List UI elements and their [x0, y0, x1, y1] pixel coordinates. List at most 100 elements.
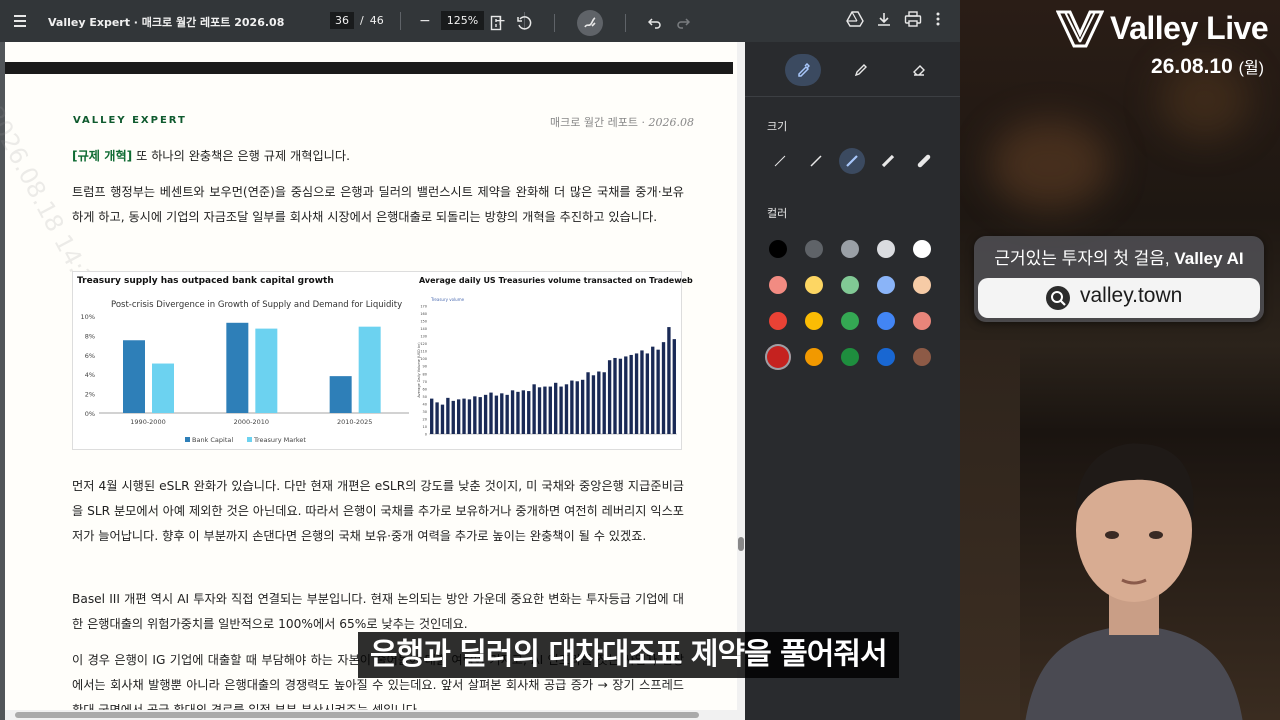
volume-bar: [532, 384, 536, 434]
color-palette: [765, 236, 935, 370]
current-page-input[interactable]: 36: [330, 12, 354, 29]
color-swatch[interactable]: [913, 312, 931, 330]
x-tick-label: 2000-2010: [234, 418, 269, 426]
chart-tradeweb-volume: Average daily US Treasuries volume trans…: [415, 272, 693, 449]
volume-bar: [607, 360, 612, 434]
size-option-1[interactable]: [767, 148, 793, 174]
section-highlight: [규제 개혁]: [72, 149, 133, 163]
legend-label: Treasury Market: [253, 436, 306, 444]
print-icon[interactable]: [904, 11, 922, 27]
y-tick-label: 100: [420, 357, 427, 361]
y-tick-label: 140: [420, 327, 427, 331]
redo-icon[interactable]: [676, 16, 690, 30]
volume-bar: [440, 404, 445, 434]
color-swatch[interactable]: [841, 240, 859, 258]
size-option-4[interactable]: [875, 148, 901, 174]
fit-page-icon[interactable]: [490, 15, 502, 31]
download-icon[interactable]: [876, 11, 892, 27]
volume-bar: [651, 346, 655, 434]
color-swatch[interactable]: [769, 312, 787, 330]
color-swatch[interactable]: [805, 276, 823, 294]
volume-bar: [613, 357, 617, 434]
color-swatch[interactable]: [841, 276, 859, 294]
y-axis-label: Average Daily Volume (USD bn): [417, 342, 421, 398]
horizontal-scrollbar[interactable]: [5, 710, 737, 720]
page-navigator: 36 / 46: [330, 12, 384, 29]
y-tick-label: 160: [420, 312, 427, 316]
bar-treasury-market: [152, 363, 174, 413]
promo-card: 근거있는 투자의 첫 걸음, Valley AI valley.town: [974, 236, 1264, 322]
y-tick-label: 130: [420, 335, 427, 339]
volume-bar: [667, 327, 671, 434]
volume-bar: [467, 399, 472, 434]
y-tick-label: 120: [420, 342, 427, 346]
color-swatch[interactable]: [913, 276, 931, 294]
volume-bar: [451, 400, 455, 434]
volume-bar: [618, 358, 623, 434]
horizontal-scroll-thumb[interactable]: [15, 712, 699, 718]
color-swatch[interactable]: [913, 348, 931, 366]
volume-bar: [575, 381, 579, 434]
legend-label: Treasury volume: [430, 297, 465, 302]
total-pages: 46: [369, 14, 384, 27]
color-swatch[interactable]: [769, 276, 787, 294]
volume-bar: [516, 391, 520, 434]
valley-logo-icon: [1056, 10, 1104, 48]
highlighter-tool[interactable]: [785, 54, 821, 86]
volume-bar: [521, 390, 526, 434]
drive-icon[interactable]: [846, 11, 864, 27]
eraser-tool[interactable]: [901, 54, 937, 86]
volume-bar: [629, 354, 633, 434]
color-swatch[interactable]: [913, 240, 931, 258]
pen-icon: [854, 64, 867, 77]
volume-bar: [494, 395, 499, 434]
color-swatch[interactable]: [841, 312, 859, 330]
volume-bar: [483, 394, 488, 434]
brand-label: VALLEY EXPERT: [73, 115, 187, 126]
color-swatch[interactable]: [877, 312, 895, 330]
volume-bar: [559, 386, 563, 434]
size-option-5[interactable]: [911, 148, 937, 174]
pen-tool[interactable]: [843, 54, 879, 86]
color-swatch[interactable]: [805, 312, 823, 330]
live-stream-overlay: Valley Live 26.08.10 (월) 근거있는 투자의 첫 걸음, …: [960, 0, 1280, 720]
y-tick-label: 6%: [85, 352, 95, 360]
volume-bar: [624, 356, 628, 434]
document-viewport[interactable]: 2026.08.18 14:30 skxkxkd_zzm VALLEY EXPE…: [0, 42, 745, 720]
size-option-2[interactable]: [803, 148, 829, 174]
vertical-scroll-thumb[interactable]: [738, 537, 744, 551]
undo-icon[interactable]: [648, 16, 662, 30]
menu-icon[interactable]: [14, 12, 32, 30]
chart-2-plot: Treasury volume 0 10 20 30 40 50 60 70 80 90 100 110…: [417, 297, 677, 437]
volume-bar: [446, 397, 450, 434]
paragraph-4: Basel III 개편 역시 AI 투자와 직접 연결되는 부분입니다. 현재…: [72, 592, 684, 631]
volume-bar: [586, 372, 590, 434]
volume-bar: [656, 349, 660, 434]
color-swatch[interactable]: [877, 348, 895, 366]
annotate-button[interactable]: [577, 10, 603, 36]
zoom-level-input[interactable]: 125%: [440, 11, 485, 30]
report-tag: 매크로 월간 레포트 · 2026.08: [550, 116, 694, 129]
rotate-icon[interactable]: [516, 15, 532, 31]
y-tick-label: 70: [423, 380, 427, 384]
page-separator: /: [360, 14, 364, 27]
more-icon[interactable]: [934, 11, 942, 27]
color-swatch[interactable]: [805, 348, 823, 366]
highlighter-icon: [798, 63, 810, 77]
color-swatch[interactable]: [769, 240, 787, 258]
size-option-3[interactable]: [839, 148, 865, 174]
y-tick-label: 50: [423, 395, 427, 399]
chart-figure: Treasury supply has outpaced bank capita…: [72, 271, 693, 450]
zoom-out-icon[interactable]: −: [419, 12, 431, 30]
volume-bar: [591, 375, 596, 434]
color-swatch[interactable]: [765, 344, 791, 370]
color-swatch[interactable]: [805, 240, 823, 258]
toolbar-divider: [625, 14, 626, 32]
legend-label: Bank Capital: [192, 436, 233, 444]
color-swatch[interactable]: [841, 348, 859, 366]
vertical-scrollbar[interactable]: [737, 42, 745, 720]
color-swatch[interactable]: [877, 240, 895, 258]
volume-bar: [645, 353, 650, 434]
promo-url: valley.town: [1080, 284, 1183, 307]
color-swatch[interactable]: [877, 276, 895, 294]
